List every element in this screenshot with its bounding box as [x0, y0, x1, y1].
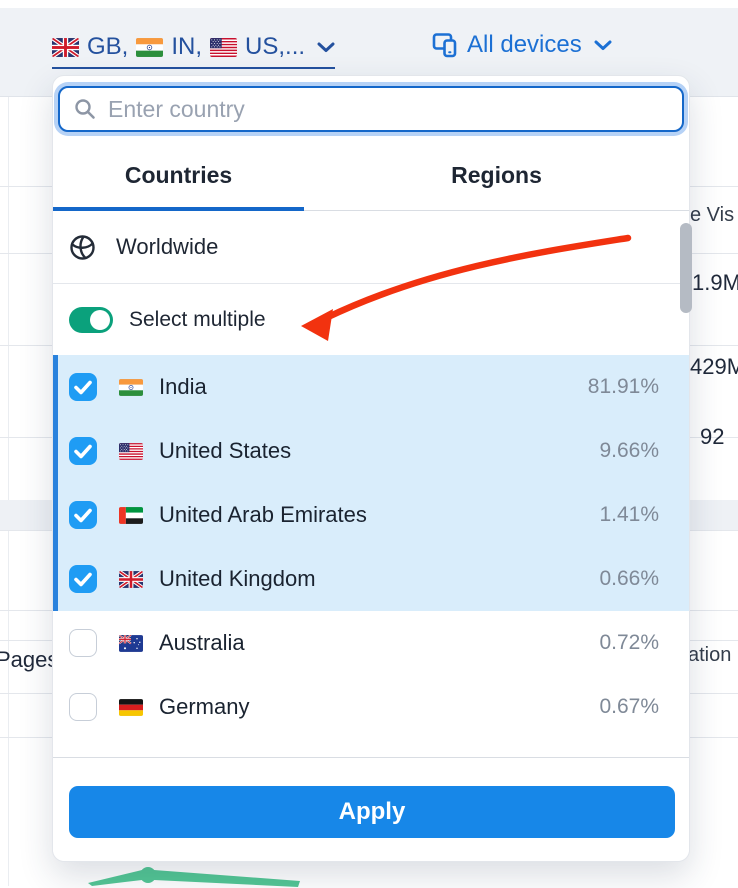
devices-filter-trigger[interactable]: All devices [432, 31, 612, 59]
country-traffic-share: 0.67% [599, 695, 673, 719]
country-traffic-share: 0.66% [599, 567, 673, 591]
devices-trigger-label: All devices [467, 31, 582, 59]
checkbox-checked[interactable] [69, 501, 97, 529]
country-row[interactable]: Germany 0.67% [53, 675, 689, 739]
worldwide-label: Worldwide [116, 234, 218, 260]
apply-button[interactable]: Apply [69, 786, 675, 838]
dropdown-footer: Apply [53, 757, 689, 861]
country-traffic-share: 81.91% [588, 375, 673, 399]
scrollbar-thumb[interactable] [680, 223, 692, 313]
country-search-field[interactable] [58, 86, 684, 132]
in-flag-icon [136, 38, 163, 57]
de-flag-icon [119, 699, 143, 716]
country-row[interactable]: Australia 0.72% [53, 611, 689, 675]
country-name: India [159, 374, 207, 400]
bg-text-fragment: Pages [0, 647, 58, 673]
ae-flag-icon [119, 507, 143, 524]
select-multiple-toggle[interactable] [69, 307, 113, 333]
tab-regions[interactable]: Regions [304, 141, 689, 210]
gb-flag-icon [52, 38, 79, 57]
country-search-input[interactable] [108, 96, 668, 123]
tab-countries[interactable]: Countries [53, 141, 304, 210]
globe-icon [69, 234, 96, 261]
bg-text-fragment: ation [688, 644, 731, 667]
country-traffic-share: 0.72% [599, 631, 673, 655]
select-multiple-label: Select multiple [129, 308, 266, 332]
country-name: United Arab Emirates [159, 502, 367, 528]
bg-vertical-border [8, 97, 9, 886]
checkbox-checked[interactable] [69, 373, 97, 401]
selected-countries-block: India 81.91% United States 9.66% United Arab… [53, 355, 689, 611]
check-icon [69, 373, 97, 401]
countries-trigger-label: GB, [87, 33, 128, 61]
devices-icon [432, 32, 459, 58]
country-selector-dropdown: Countries Regions Worldwide Select multi… [52, 75, 690, 862]
sparkline-chart [80, 864, 320, 888]
us-flag-icon [119, 443, 143, 460]
check-icon [69, 437, 97, 465]
checkbox-checked[interactable] [69, 437, 97, 465]
country-name: United States [159, 438, 291, 464]
countries-trigger-label: US,... [245, 33, 305, 61]
bg-text-fragment: 429M [690, 354, 738, 380]
bg-text-fragment: 1.9M [692, 270, 738, 296]
au-flag-icon [119, 635, 143, 652]
check-icon [69, 565, 97, 593]
country-name: Australia [159, 630, 245, 656]
bg-text-fragment: e Vis [690, 204, 734, 227]
checkbox-unchecked[interactable] [69, 693, 97, 721]
country-list: Worldwide Select multiple India 81.91% Uni… [53, 211, 689, 757]
in-flag-icon [119, 379, 143, 396]
search-icon [74, 98, 96, 120]
countries-filter-trigger[interactable]: GB, IN, US,... [52, 33, 335, 69]
country-name: United Kingdom [159, 566, 316, 592]
chevron-down-icon [317, 42, 335, 53]
country-row[interactable]: United States 9.66% [53, 419, 689, 483]
toggle-knob [90, 310, 110, 330]
country-row[interactable]: India 81.91% [53, 355, 689, 419]
country-name: Germany [159, 694, 249, 720]
bg-text-fragment: 92 [700, 424, 724, 450]
unselected-countries-block: Australia 0.72% Germany 0.67% [53, 611, 689, 739]
dropdown-tabs: Countries Regions [53, 141, 689, 211]
select-multiple-row: Select multiple [53, 284, 689, 355]
checkbox-unchecked[interactable] [69, 629, 97, 657]
checkbox-checked[interactable] [69, 565, 97, 593]
worldwide-option[interactable]: Worldwide [53, 211, 689, 284]
country-row[interactable]: United Arab Emirates 1.41% [53, 483, 689, 547]
countries-trigger-label: IN, [171, 33, 202, 61]
check-icon [69, 501, 97, 529]
gb-flag-icon [119, 571, 143, 588]
country-traffic-share: 9.66% [599, 439, 673, 463]
us-flag-icon [210, 38, 237, 57]
country-traffic-share: 1.41% [599, 503, 673, 527]
country-row[interactable]: United Kingdom 0.66% [53, 547, 689, 611]
chevron-down-icon [594, 40, 612, 51]
